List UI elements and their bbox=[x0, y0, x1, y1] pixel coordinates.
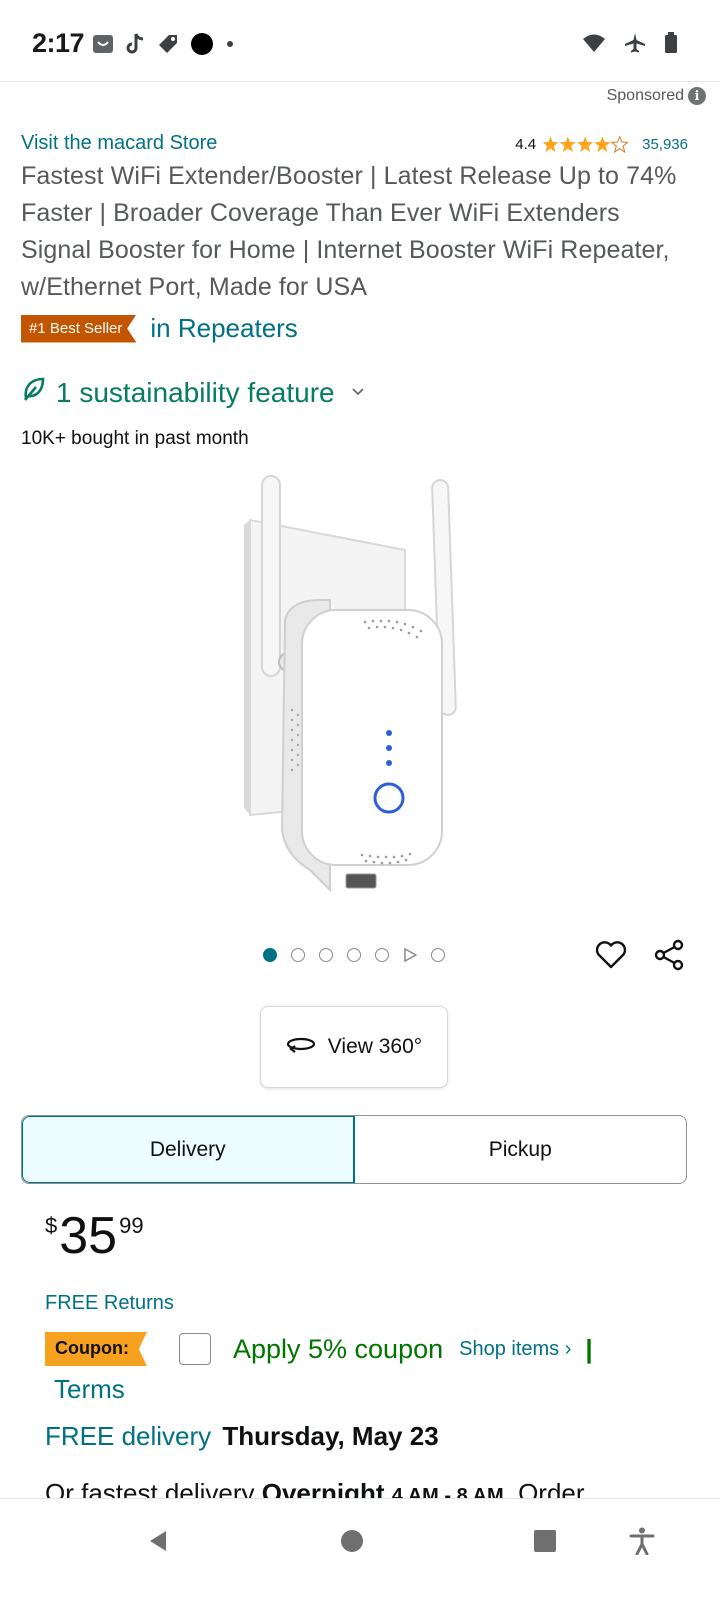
carousel-dot[interactable] bbox=[375, 948, 389, 962]
store-link[interactable]: Visit the macard Store bbox=[21, 132, 217, 155]
heart-icon bbox=[595, 941, 627, 969]
apply-coupon-label[interactable]: Apply 5% coupon bbox=[233, 1334, 443, 1365]
best-seller-row[interactable]: #1 Best Seller in Repeaters bbox=[21, 313, 298, 344]
delivery-info: FREE delivery Thursday, May 23 bbox=[45, 1421, 439, 1452]
carousel-dot[interactable] bbox=[263, 948, 277, 962]
carousel-dot[interactable] bbox=[291, 948, 305, 962]
delivery-date: Thursday, May 23 bbox=[222, 1421, 439, 1451]
star-rating-icon bbox=[542, 136, 629, 153]
sponsored-text: Sponsored bbox=[606, 87, 684, 104]
coupon-row: Coupon: Apply 5% coupon Shop items › | bbox=[45, 1332, 593, 1366]
delivery-option[interactable]: Delivery bbox=[22, 1116, 355, 1183]
sustainability-feature[interactable]: 1 sustainability feature bbox=[22, 376, 365, 409]
airplane-icon bbox=[624, 32, 646, 54]
coupon-separator: | bbox=[585, 1333, 593, 1364]
tiktok-icon bbox=[124, 32, 146, 56]
video-play-icon[interactable] bbox=[403, 947, 418, 963]
rating-row[interactable]: 4.4 35,936 bbox=[515, 136, 688, 153]
dot-icon bbox=[190, 32, 214, 56]
best-seller-category-link[interactable]: in Repeaters bbox=[150, 313, 297, 344]
product-title: Fastest WiFi Extender/Booster | Latest R… bbox=[21, 162, 677, 301]
coupon-checkbox[interactable] bbox=[178, 1333, 211, 1365]
rating-count[interactable]: 35,936 bbox=[642, 136, 688, 153]
share-button[interactable] bbox=[652, 938, 688, 974]
sustainability-label: 1 sustainability feature bbox=[56, 376, 335, 408]
pickup-option[interactable]: Pickup bbox=[355, 1116, 687, 1183]
bought-count: 10K+ bought in past month bbox=[21, 428, 249, 449]
status-bar: 2:17 bbox=[0, 0, 720, 82]
back-button[interactable] bbox=[138, 1521, 178, 1561]
share-icon bbox=[654, 939, 684, 971]
rating-value: 4.4 bbox=[515, 136, 537, 153]
status-time: 2:17 bbox=[32, 28, 85, 58]
wifi-icon bbox=[582, 33, 606, 53]
home-button[interactable] bbox=[332, 1521, 372, 1561]
price-whole: 35 bbox=[59, 1207, 118, 1265]
wishlist-heart-button[interactable] bbox=[594, 938, 630, 974]
battery-icon bbox=[664, 32, 678, 54]
info-icon[interactable]: i bbox=[688, 87, 706, 105]
chevron-down-icon bbox=[351, 384, 365, 402]
home-icon bbox=[341, 1530, 363, 1552]
accessibility-icon bbox=[629, 1527, 655, 1555]
leaf-icon bbox=[22, 376, 46, 409]
price: $ 35 99 bbox=[45, 1205, 144, 1267]
free-delivery-link[interactable]: FREE delivery bbox=[45, 1421, 211, 1451]
rotate-360-icon bbox=[286, 1035, 316, 1059]
product-image[interactable] bbox=[230, 470, 470, 900]
status-icons-right bbox=[582, 32, 678, 54]
recents-icon bbox=[534, 1530, 556, 1552]
coupon-terms-link[interactable]: Terms bbox=[54, 1374, 125, 1405]
status-icons-left bbox=[92, 32, 236, 56]
coupon-badge: Coupon: bbox=[45, 1332, 147, 1366]
carousel-dot[interactable] bbox=[319, 948, 333, 962]
image-carousel-dots[interactable] bbox=[263, 947, 445, 963]
fulfillment-toggle[interactable]: Delivery Pickup bbox=[21, 1115, 687, 1184]
android-nav-bar bbox=[0, 1498, 720, 1600]
carousel-dot[interactable] bbox=[431, 948, 445, 962]
recents-button[interactable] bbox=[525, 1521, 565, 1561]
view-360-label: View 360° bbox=[327, 1035, 423, 1058]
view-360-button[interactable]: View 360° bbox=[260, 1006, 448, 1088]
sponsored-label[interactable]: Sponsored i bbox=[607, 87, 706, 105]
shop-icon bbox=[92, 33, 114, 55]
carousel-dot[interactable] bbox=[347, 948, 361, 962]
best-seller-badge: #1 Best Seller bbox=[21, 314, 137, 343]
free-returns-link[interactable]: FREE Returns bbox=[45, 1292, 174, 1315]
shop-items-link[interactable]: Shop items › bbox=[459, 1338, 571, 1361]
tag-icon bbox=[156, 32, 180, 56]
price-symbol: $ bbox=[45, 1213, 58, 1238]
accessibility-button[interactable] bbox=[622, 1521, 662, 1561]
price-fraction: 99 bbox=[119, 1213, 144, 1238]
back-icon bbox=[150, 1531, 166, 1551]
small-dot-icon bbox=[224, 38, 236, 50]
